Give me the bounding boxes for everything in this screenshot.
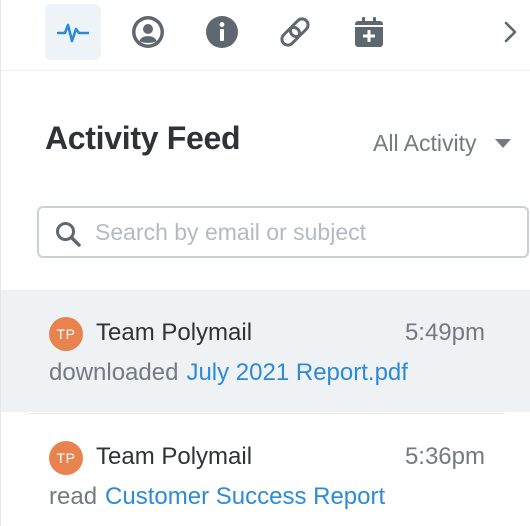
activity-panel: Activity Feed All Activity TP Team Polym… — [0, 0, 530, 526]
timestamp: 5:49pm — [404, 319, 485, 346]
tab-info[interactable] — [194, 4, 250, 60]
more-tabs-button[interactable] — [489, 4, 530, 60]
tab-activity[interactable] — [45, 4, 101, 60]
timestamp: 5:36pm — [404, 443, 485, 470]
tab-calendar[interactable] — [341, 4, 397, 60]
search-icon — [55, 221, 81, 252]
profile-icon — [130, 14, 166, 50]
info-icon — [205, 15, 239, 49]
activity-description: read Customer Success Report — [49, 483, 385, 511]
tab-profile[interactable] — [120, 4, 176, 60]
search-box — [37, 206, 529, 258]
activity-action: downloaded — [49, 359, 179, 386]
activity-icon — [57, 20, 89, 44]
add-calendar-icon — [353, 16, 385, 48]
activity-filter-dropdown[interactable]: All Activity — [373, 130, 511, 157]
avatar: TP — [49, 317, 83, 351]
feed-item[interactable]: TP Team Polymail 5:49pm downloaded July 2… — [1, 290, 530, 412]
avatar: TP — [49, 441, 83, 475]
sender-name: Team Polymail — [96, 443, 253, 470]
attachment-icon — [278, 15, 312, 49]
filter-label: All Activity — [373, 130, 477, 156]
toolbar — [1, 0, 530, 71]
activity-target-link[interactable]: July 2021 Report.pdf — [186, 359, 407, 386]
feed-item[interactable]: TP Team Polymail 5:36pm read Customer Suc… — [1, 414, 530, 526]
tab-attachments[interactable] — [267, 4, 323, 60]
chevron-right-icon — [502, 20, 518, 44]
page-title: Activity Feed — [45, 120, 241, 156]
activity-description: downloaded July 2021 Report.pdf — [49, 359, 408, 387]
sender-name: Team Polymail — [96, 319, 253, 346]
search-input[interactable] — [95, 216, 515, 248]
caret-down-icon — [494, 139, 511, 148]
activity-target-link[interactable]: Customer Success Report — [105, 483, 385, 510]
activity-action: read — [49, 483, 98, 510]
